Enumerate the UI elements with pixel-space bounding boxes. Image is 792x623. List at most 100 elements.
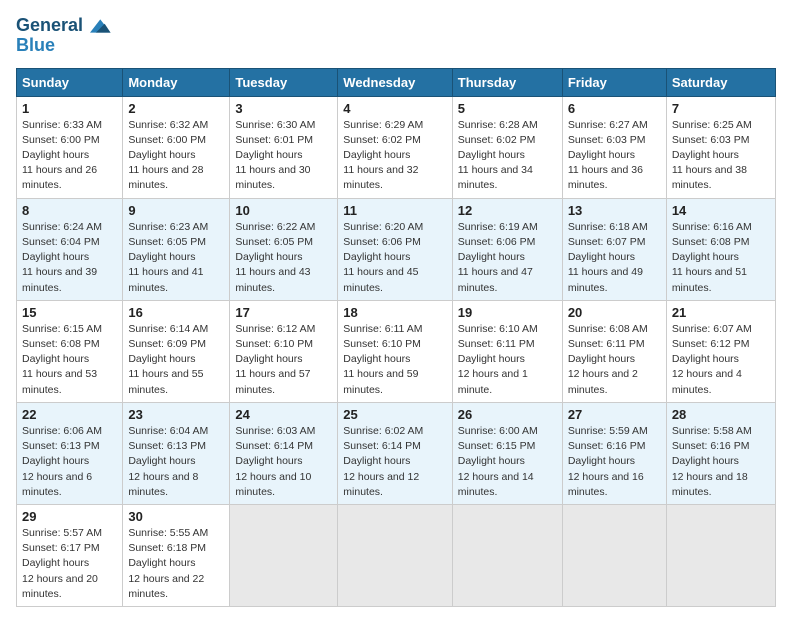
table-row: 6 Sunrise: 6:27 AMSunset: 6:03 PMDayligh… bbox=[562, 96, 666, 198]
col-header-friday: Friday bbox=[562, 68, 666, 96]
table-row: 13 Sunrise: 6:18 AMSunset: 6:07 PMDaylig… bbox=[562, 198, 666, 300]
table-row: 12 Sunrise: 6:19 AMSunset: 6:06 PMDaylig… bbox=[452, 198, 562, 300]
day-info: Sunrise: 6:23 AMSunset: 6:05 PMDaylight … bbox=[128, 221, 208, 294]
day-info: Sunrise: 6:27 AMSunset: 6:03 PMDaylight … bbox=[568, 119, 648, 192]
day-info: Sunrise: 6:12 AMSunset: 6:10 PMDaylight … bbox=[235, 323, 315, 396]
day-info: Sunrise: 6:08 AMSunset: 6:11 PMDaylight … bbox=[568, 323, 648, 396]
day-info: Sunrise: 6:06 AMSunset: 6:13 PMDaylight … bbox=[22, 425, 102, 498]
table-row: 28 Sunrise: 5:58 AMSunset: 6:16 PMDaylig… bbox=[666, 402, 775, 504]
day-info: Sunrise: 6:04 AMSunset: 6:13 PMDaylight … bbox=[128, 425, 208, 498]
day-info: Sunrise: 6:33 AMSunset: 6:00 PMDaylight … bbox=[22, 119, 102, 192]
table-row: 5 Sunrise: 6:28 AMSunset: 6:02 PMDayligh… bbox=[452, 96, 562, 198]
table-row: 29 Sunrise: 5:57 AMSunset: 6:17 PMDaylig… bbox=[17, 504, 123, 606]
day-info: Sunrise: 6:19 AMSunset: 6:06 PMDaylight … bbox=[458, 221, 538, 294]
day-number: 26 bbox=[458, 407, 557, 422]
day-number: 15 bbox=[22, 305, 117, 320]
col-header-monday: Monday bbox=[123, 68, 230, 96]
table-row: 9 Sunrise: 6:23 AMSunset: 6:05 PMDayligh… bbox=[123, 198, 230, 300]
day-number: 17 bbox=[235, 305, 332, 320]
day-info: Sunrise: 5:59 AMSunset: 6:16 PMDaylight … bbox=[568, 425, 648, 498]
day-info: Sunrise: 6:28 AMSunset: 6:02 PMDaylight … bbox=[458, 119, 538, 192]
day-info: Sunrise: 6:29 AMSunset: 6:02 PMDaylight … bbox=[343, 119, 423, 192]
day-number: 22 bbox=[22, 407, 117, 422]
day-info: Sunrise: 6:30 AMSunset: 6:01 PMDaylight … bbox=[235, 119, 315, 192]
table-row: 8 Sunrise: 6:24 AMSunset: 6:04 PMDayligh… bbox=[17, 198, 123, 300]
table-row bbox=[338, 504, 452, 606]
day-info: Sunrise: 6:00 AMSunset: 6:15 PMDaylight … bbox=[458, 425, 538, 498]
day-number: 8 bbox=[22, 203, 117, 218]
day-info: Sunrise: 6:03 AMSunset: 6:14 PMDaylight … bbox=[235, 425, 315, 498]
day-number: 1 bbox=[22, 101, 117, 116]
day-info: Sunrise: 6:22 AMSunset: 6:05 PMDaylight … bbox=[235, 221, 315, 294]
table-row: 22 Sunrise: 6:06 AMSunset: 6:13 PMDaylig… bbox=[17, 402, 123, 504]
day-number: 25 bbox=[343, 407, 446, 422]
table-row bbox=[562, 504, 666, 606]
table-row: 30 Sunrise: 5:55 AMSunset: 6:18 PMDaylig… bbox=[123, 504, 230, 606]
day-info: Sunrise: 6:14 AMSunset: 6:09 PMDaylight … bbox=[128, 323, 208, 396]
table-row: 15 Sunrise: 6:15 AMSunset: 6:08 PMDaylig… bbox=[17, 300, 123, 402]
table-row bbox=[230, 504, 338, 606]
day-number: 28 bbox=[672, 407, 770, 422]
table-row: 24 Sunrise: 6:03 AMSunset: 6:14 PMDaylig… bbox=[230, 402, 338, 504]
table-row: 18 Sunrise: 6:11 AMSunset: 6:10 PMDaylig… bbox=[338, 300, 452, 402]
table-row: 14 Sunrise: 6:16 AMSunset: 6:08 PMDaylig… bbox=[666, 198, 775, 300]
col-header-sunday: Sunday bbox=[17, 68, 123, 96]
table-row: 20 Sunrise: 6:08 AMSunset: 6:11 PMDaylig… bbox=[562, 300, 666, 402]
day-info: Sunrise: 6:32 AMSunset: 6:00 PMDaylight … bbox=[128, 119, 208, 192]
day-number: 6 bbox=[568, 101, 661, 116]
day-number: 23 bbox=[128, 407, 224, 422]
col-header-tuesday: Tuesday bbox=[230, 68, 338, 96]
table-row: 17 Sunrise: 6:12 AMSunset: 6:10 PMDaylig… bbox=[230, 300, 338, 402]
table-row: 2 Sunrise: 6:32 AMSunset: 6:00 PMDayligh… bbox=[123, 96, 230, 198]
table-row bbox=[452, 504, 562, 606]
day-number: 13 bbox=[568, 203, 661, 218]
day-number: 20 bbox=[568, 305, 661, 320]
day-info: Sunrise: 6:02 AMSunset: 6:14 PMDaylight … bbox=[343, 425, 423, 498]
day-number: 9 bbox=[128, 203, 224, 218]
table-row: 23 Sunrise: 6:04 AMSunset: 6:13 PMDaylig… bbox=[123, 402, 230, 504]
table-row: 21 Sunrise: 6:07 AMSunset: 6:12 PMDaylig… bbox=[666, 300, 775, 402]
day-info: Sunrise: 6:25 AMSunset: 6:03 PMDaylight … bbox=[672, 119, 752, 192]
day-number: 5 bbox=[458, 101, 557, 116]
day-number: 16 bbox=[128, 305, 224, 320]
day-number: 19 bbox=[458, 305, 557, 320]
day-number: 2 bbox=[128, 101, 224, 116]
col-header-thursday: Thursday bbox=[452, 68, 562, 96]
day-number: 4 bbox=[343, 101, 446, 116]
table-row: 26 Sunrise: 6:00 AMSunset: 6:15 PMDaylig… bbox=[452, 402, 562, 504]
day-info: Sunrise: 6:18 AMSunset: 6:07 PMDaylight … bbox=[568, 221, 648, 294]
day-number: 12 bbox=[458, 203, 557, 218]
day-info: Sunrise: 6:10 AMSunset: 6:11 PMDaylight … bbox=[458, 323, 538, 396]
table-row: 11 Sunrise: 6:20 AMSunset: 6:06 PMDaylig… bbox=[338, 198, 452, 300]
col-header-wednesday: Wednesday bbox=[338, 68, 452, 96]
day-number: 14 bbox=[672, 203, 770, 218]
day-info: Sunrise: 5:58 AMSunset: 6:16 PMDaylight … bbox=[672, 425, 752, 498]
day-info: Sunrise: 6:11 AMSunset: 6:10 PMDaylight … bbox=[343, 323, 422, 396]
day-number: 27 bbox=[568, 407, 661, 422]
col-header-saturday: Saturday bbox=[666, 68, 775, 96]
day-info: Sunrise: 6:16 AMSunset: 6:08 PMDaylight … bbox=[672, 221, 752, 294]
table-row: 10 Sunrise: 6:22 AMSunset: 6:05 PMDaylig… bbox=[230, 198, 338, 300]
table-row: 3 Sunrise: 6:30 AMSunset: 6:01 PMDayligh… bbox=[230, 96, 338, 198]
table-row: 27 Sunrise: 5:59 AMSunset: 6:16 PMDaylig… bbox=[562, 402, 666, 504]
calendar-table: SundayMondayTuesdayWednesdayThursdayFrid… bbox=[16, 68, 776, 607]
day-number: 18 bbox=[343, 305, 446, 320]
logo-line2: Blue bbox=[16, 36, 112, 56]
day-number: 29 bbox=[22, 509, 117, 524]
day-number: 3 bbox=[235, 101, 332, 116]
day-info: Sunrise: 5:55 AMSunset: 6:18 PMDaylight … bbox=[128, 527, 208, 600]
table-row bbox=[666, 504, 775, 606]
day-number: 30 bbox=[128, 509, 224, 524]
day-number: 7 bbox=[672, 101, 770, 116]
table-row: 1 Sunrise: 6:33 AMSunset: 6:00 PMDayligh… bbox=[17, 96, 123, 198]
table-row: 19 Sunrise: 6:10 AMSunset: 6:11 PMDaylig… bbox=[452, 300, 562, 402]
table-row: 16 Sunrise: 6:14 AMSunset: 6:09 PMDaylig… bbox=[123, 300, 230, 402]
day-info: Sunrise: 6:20 AMSunset: 6:06 PMDaylight … bbox=[343, 221, 423, 294]
day-number: 24 bbox=[235, 407, 332, 422]
table-row: 4 Sunrise: 6:29 AMSunset: 6:02 PMDayligh… bbox=[338, 96, 452, 198]
day-info: Sunrise: 5:57 AMSunset: 6:17 PMDaylight … bbox=[22, 527, 102, 600]
logo-line1: General bbox=[16, 16, 112, 36]
day-info: Sunrise: 6:07 AMSunset: 6:12 PMDaylight … bbox=[672, 323, 752, 396]
day-number: 10 bbox=[235, 203, 332, 218]
table-row: 7 Sunrise: 6:25 AMSunset: 6:03 PMDayligh… bbox=[666, 96, 775, 198]
